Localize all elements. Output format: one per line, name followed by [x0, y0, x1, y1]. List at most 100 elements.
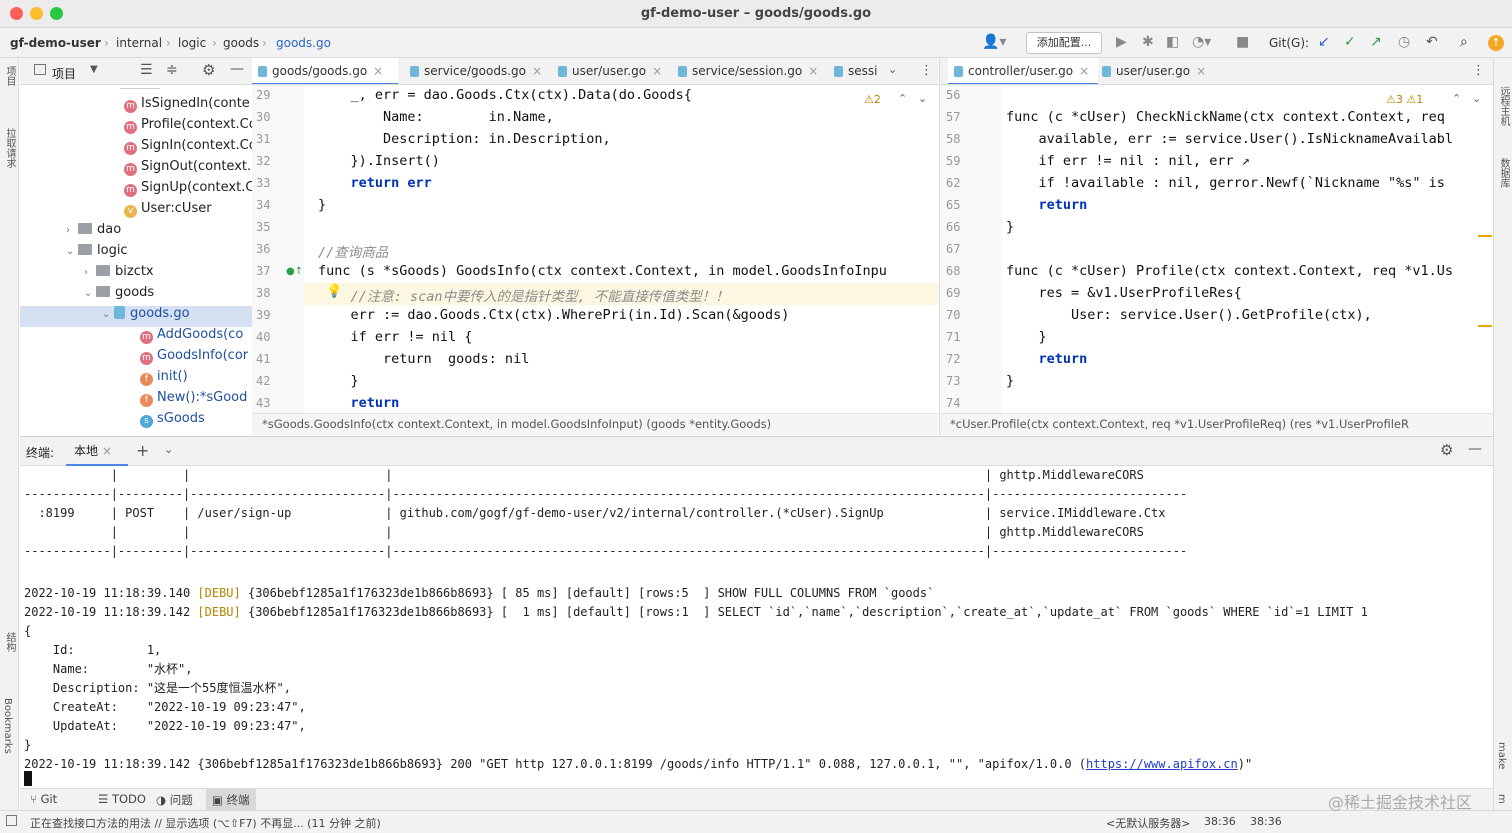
project-panel-title[interactable]: 项目 [52, 65, 76, 82]
tree-item[interactable]: m Profile(context.Co [20, 117, 252, 138]
database-tool-tab[interactable]: 数据库 [1496, 158, 1511, 188]
status-message[interactable]: 正在查找接口方法的用法 // 显示选项 (⌥⇧F7) 不再显... (11 分钟… [30, 815, 381, 831]
close-icon[interactable]: × [808, 64, 818, 78]
git-push-icon[interactable]: ↗ [1370, 34, 1382, 50]
user-icon[interactable]: 👤▾ [982, 34, 1006, 50]
chevron-right-icon[interactable]: › [66, 225, 78, 236]
prev-highlight-icon[interactable]: ⌃ [898, 92, 907, 105]
tree-item-selected[interactable]: ⌄ goods.go [20, 306, 252, 327]
coverage-icon[interactable]: ◧ [1166, 34, 1179, 50]
run-config-dropdown[interactable]: 添加配置... [1026, 32, 1102, 54]
tab-goods-goods-go[interactable]: goods/goods.go × [252, 58, 398, 84]
warnings-indicator[interactable]: ⚠2 [864, 93, 881, 106]
tree-item[interactable]: ⌄ logic [20, 243, 252, 264]
tree-item[interactable]: m GoodsInfo(cor [20, 348, 252, 369]
tree-item[interactable]: f init() [20, 369, 252, 390]
more-icon[interactable]: ⋮ [1472, 63, 1485, 78]
method-icon: m [140, 331, 153, 344]
tab-terminal[interactable]: ▣ 终端 [206, 789, 256, 810]
breadcrumb-project[interactable]: gf-demo-user [10, 36, 101, 50]
chevron-down-icon[interactable]: ⌄ [102, 309, 114, 320]
run-icon[interactable]: ▶ [1116, 34, 1127, 50]
add-icon[interactable]: + [136, 441, 149, 460]
next-highlight-icon[interactable]: ⌄ [918, 92, 927, 105]
panel-toggle-icon[interactable] [6, 815, 17, 826]
tree-item[interactable]: ⌄ goods [20, 285, 252, 306]
chevron-down-icon[interactable]: ▼ [90, 64, 98, 75]
close-icon[interactable]: × [1079, 64, 1089, 78]
tab-todo[interactable]: ☰ TODO [98, 792, 146, 806]
collapse-all-icon[interactable]: ☰ [140, 62, 153, 78]
tab-user-user-go-right[interactable]: user/user.go × [1096, 58, 1206, 84]
close-icon[interactable]: × [532, 64, 542, 78]
tab-problems[interactable]: ◑ 问题 [156, 792, 193, 808]
warnings-indicator[interactable]: ⚠3 ⚠1 [1386, 93, 1423, 106]
tree-item[interactable]: s sGoods [20, 411, 252, 432]
breadcrumb-file[interactable]: goods.go [276, 36, 331, 50]
profile-icon[interactable]: ◔▾ [1192, 34, 1211, 50]
stop-icon[interactable]: ■ [1236, 34, 1249, 50]
close-icon[interactable]: × [373, 64, 383, 78]
tree-item[interactable]: v User:cUser [20, 201, 252, 222]
search-icon[interactable]: ⌕ [1460, 34, 1468, 50]
tree-item[interactable]: › bizctx [20, 264, 252, 285]
debug-icon[interactable]: ✱ [1142, 34, 1154, 50]
breadcrumb-goods[interactable]: goods [223, 36, 259, 50]
rollback-icon[interactable]: ↶ [1426, 34, 1438, 50]
left-editor-breadcrumb[interactable]: *sGoods.GoodsInfo(ctx context.Context, i… [252, 413, 938, 435]
tab-user-user-go[interactable]: user/user.go × [552, 58, 664, 84]
next-highlight-icon[interactable]: ⌄ [1472, 92, 1481, 105]
tab-git[interactable]: ⑂ Git [30, 792, 57, 806]
tab-service-goods-go[interactable]: service/goods.go × [404, 58, 544, 84]
hide-panel-icon[interactable]: — [1468, 441, 1482, 457]
git-update-icon[interactable]: ↙ [1318, 34, 1330, 50]
tree-item[interactable]: m IsSignedIn(conte [20, 96, 252, 117]
tree-item[interactable]: m SignIn(context.Co [20, 138, 252, 159]
title-bar: gf-demo-user – goods/goods.go [0, 0, 1512, 28]
project-tool-tab[interactable]: 项目 [2, 66, 17, 86]
breadcrumb-internal[interactable]: internal [116, 36, 162, 50]
right-code-editor[interactable]: 56 57 58 59 62 65 66 67 68 69 70 71 72 7… [939, 85, 1493, 413]
chevron-right-icon[interactable]: › [84, 267, 96, 278]
tab-sessi[interactable]: sessi [828, 58, 880, 84]
update-icon[interactable]: ↑ [1488, 35, 1504, 51]
right-editor-breadcrumb[interactable]: *cUser.Profile(ctx context.Context, req … [939, 413, 1493, 435]
tree-item[interactable]: f New():*sGood [20, 390, 252, 411]
git-commit-icon[interactable]: ✓ [1344, 34, 1356, 50]
tree-item[interactable]: m SignOut(context. [20, 159, 252, 180]
gear-icon[interactable]: ⚙ [202, 61, 215, 79]
pull-requests-tool-tab[interactable]: 拉取请求 [2, 128, 17, 168]
history-icon[interactable]: ◷ [1398, 34, 1410, 50]
make-tool-tab[interactable]: make [1496, 742, 1507, 769]
server-selector[interactable]: <无默认服务器> [1106, 815, 1190, 831]
more-icon[interactable]: ⋮ [920, 63, 933, 78]
close-icon[interactable]: × [102, 444, 112, 458]
bookmarks-tool-tab[interactable]: Bookmarks [2, 698, 13, 754]
code-line: return [1006, 197, 1088, 213]
terminal-output[interactable]: | | | | ghttp.MiddlewareCORS -----------… [20, 466, 1493, 788]
remote-host-tool-tab[interactable]: 远程主机 [1496, 86, 1511, 126]
cursor-position[interactable]: 38:36 [1204, 815, 1236, 828]
tree-item[interactable]: › dao [20, 222, 252, 243]
terminal-tab-local[interactable]: 本地 × [66, 437, 128, 466]
tree-item[interactable]: m AddGoods(co [20, 327, 252, 348]
struct-icon: s [140, 415, 153, 428]
hide-panel-icon[interactable]: — [230, 61, 244, 77]
close-icon[interactable]: × [1196, 64, 1206, 78]
close-icon[interactable]: × [652, 64, 662, 78]
tab-controller-user-go[interactable]: controller/user.go × [948, 58, 1098, 84]
chevron-down-icon[interactable]: ⌄ [84, 288, 96, 299]
left-code-editor[interactable]: 29 30 31 32 33 34 35 36 37 38 39 40 41 4… [252, 85, 938, 413]
m-tool-tab[interactable]: m [1496, 794, 1507, 804]
implementation-gutter-icon[interactable]: ●↑ [286, 266, 303, 277]
expand-all-icon[interactable]: ≑ [166, 62, 178, 78]
breadcrumb-logic[interactable]: logic [178, 36, 206, 50]
chevron-down-icon[interactable]: ⌄ [66, 246, 78, 257]
gear-icon[interactable]: ⚙ [1440, 441, 1453, 459]
chevron-down-icon[interactable]: ⌄ [164, 443, 173, 456]
tabs-overflow-icon[interactable]: ⌄ [888, 63, 897, 76]
prev-highlight-icon[interactable]: ⌃ [1452, 92, 1461, 105]
tab-service-session-go[interactable]: service/session.go × [672, 58, 822, 84]
structure-tool-tab[interactable]: 结构 [2, 632, 17, 652]
tree-item[interactable]: m SignUp(context.C [20, 180, 252, 201]
